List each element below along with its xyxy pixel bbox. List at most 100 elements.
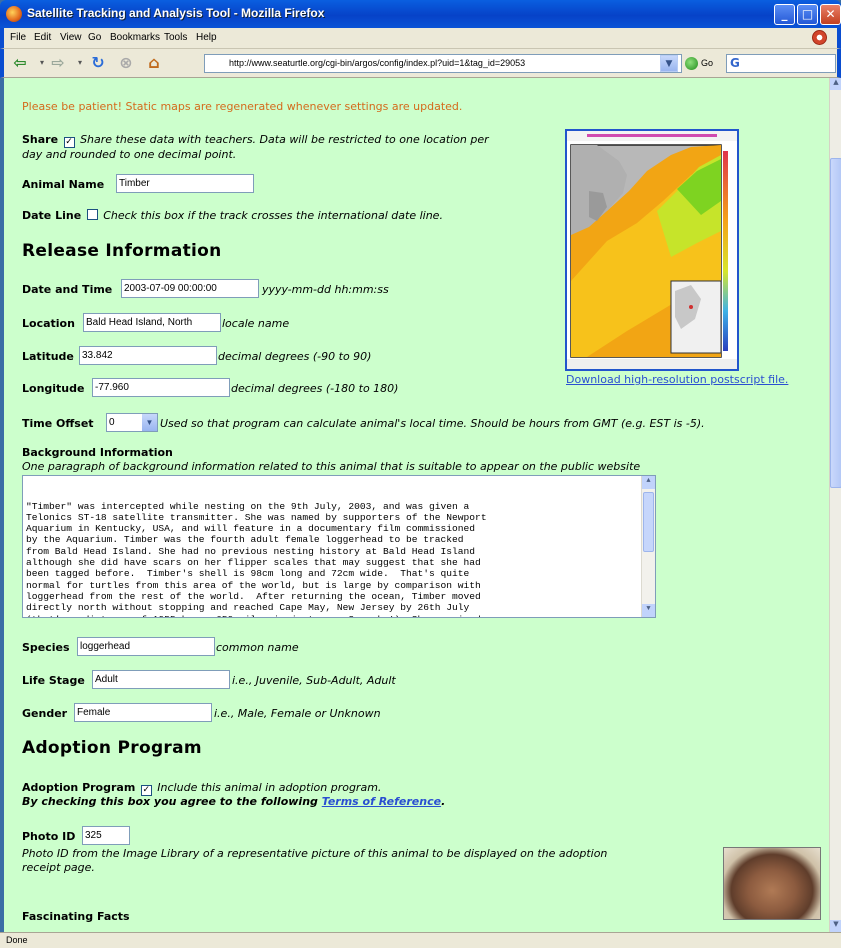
page-content: Please be patient! Static maps are regen… [4, 78, 833, 932]
gender-label: Gender [22, 707, 68, 720]
page-scroll-up-icon[interactable]: ▲ [830, 78, 841, 90]
time-offset-hint: Used so that program can calculate anima… [160, 417, 705, 430]
menu-tools[interactable]: Tools [164, 32, 187, 43]
time-offset-select[interactable]: 0 ▼ [106, 413, 158, 432]
date-line-checkbox[interactable] [86, 209, 98, 220]
textarea-scrollbar[interactable]: ▲ ▼ [641, 476, 655, 617]
life-stage-label: Life Stage [22, 674, 85, 687]
background-text-line: by the Aquarium. Timber was the fourth a… [26, 534, 464, 546]
url-dropdown-icon[interactable]: ▼ [660, 55, 678, 72]
share-hint-line2: day and rounded to one decimal point. [22, 148, 237, 161]
longitude-hint: decimal degrees (-180 to 180) [231, 382, 399, 395]
menu-view[interactable]: View [60, 32, 82, 43]
back-arrow-icon[interactable]: ⇦ [10, 54, 30, 72]
background-text-line: "Timber" was intercepted while nesting o… [26, 500, 470, 512]
background-text-line: Telonics ST-18 satellite transmitter. Sh… [26, 511, 487, 523]
date-time-label: Date and Time [22, 283, 113, 296]
life-stage-hint: i.e., Juvenile, Sub-Adult, Adult [232, 674, 396, 687]
forward-dropdown-icon[interactable]: ▾ [70, 54, 90, 72]
scroll-up-icon[interactable]: ▲ [642, 476, 655, 489]
location-label: Location [22, 317, 75, 330]
latitude-input[interactable]: 33.842 [79, 346, 217, 365]
chevron-down-icon[interactable]: ▼ [142, 414, 157, 431]
fascinating-facts-label: Fascinating Facts [22, 910, 130, 923]
background-textarea[interactable]: "Timber" was intercepted while nesting o… [22, 475, 656, 618]
window-title: Satellite Tracking and Analysis Tool - M… [27, 6, 325, 20]
gender-hint: i.e., Male, Female or Unknown [214, 707, 381, 720]
page-scroll-thumb[interactable] [830, 158, 841, 488]
menu-help[interactable]: Help [196, 32, 217, 43]
share-label: Share [22, 133, 59, 146]
download-postscript-link[interactable]: Download high-resolution postscript file… [566, 373, 788, 386]
gender-input[interactable]: Female [74, 703, 212, 722]
menu-bookmarks[interactable]: Bookmarks [110, 32, 160, 43]
species-input[interactable]: loggerhead [77, 637, 215, 656]
animal-name-input[interactable]: Timber [116, 174, 254, 193]
close-window-button[interactable]: ✕ [820, 4, 841, 25]
adoption-hint: Include this animal in adoption program. [157, 781, 382, 794]
menu-bar: File Edit View Go Bookmarks Tools Help [0, 28, 841, 48]
menu-edit[interactable]: Edit [34, 32, 51, 43]
life-stage-input[interactable]: Adult [92, 670, 230, 689]
url-input[interactable]: http://www.seaturtle.org/cgi-bin/argos/c… [204, 54, 682, 73]
textarea-scroll-thumb[interactable] [643, 492, 654, 552]
background-text-line: from Bald Head Island. She had no previo… [26, 545, 476, 557]
background-hint: One paragraph of background information … [22, 460, 641, 473]
navigation-toolbar: ⇦ ▾ ⇨ ▾ ↻ ⊗ ⌂ http://www.seaturtle.org/c… [0, 48, 841, 78]
stop-icon[interactable]: ⊗ [116, 54, 136, 72]
forward-arrow-icon[interactable]: ⇨ [48, 54, 68, 72]
longitude-label: Longitude [22, 382, 85, 395]
background-label: Background Information [22, 446, 173, 459]
reload-icon[interactable]: ↻ [88, 54, 108, 72]
background-text-line: directly north without stopping and reac… [26, 602, 470, 614]
terms-of-reference-link[interactable]: Terms of Reference [322, 795, 441, 808]
scroll-down-icon[interactable]: ▼ [642, 604, 655, 617]
page-scrollbar[interactable]: ▲ ▼ [829, 78, 841, 932]
background-text-line: (that's a distance of 1055 km or 650 mil… [26, 614, 635, 617]
maximize-button[interactable]: □ [797, 4, 818, 25]
time-offset-value: 0 [109, 417, 115, 428]
menu-go[interactable]: Go [88, 32, 101, 43]
release-heading: Release Information [22, 241, 222, 261]
species-label: Species [22, 641, 70, 654]
background-text-line: although she did have scars on her flipp… [26, 557, 481, 569]
background-text-line: loggerhead from the rest of the world. A… [26, 590, 481, 602]
species-hint: common name [216, 641, 299, 654]
latitude-hint: decimal degrees (-90 to 90) [218, 350, 372, 363]
minimize-button[interactable]: _ [774, 4, 795, 25]
window-titlebar: Satellite Tracking and Analysis Tool - M… [0, 0, 841, 28]
date-time-input[interactable]: 2003-07-09 00:00:00 [121, 279, 259, 298]
go-icon[interactable] [685, 57, 698, 70]
background-text-line: been tagged before. Timber's shell is 98… [26, 568, 470, 580]
turtle-photo [723, 847, 821, 920]
date-time-hint: yyyy-mm-dd hh:mm:ss [262, 283, 389, 296]
notice-text: Please be patient! Static maps are regen… [22, 100, 463, 113]
background-text-line: Aquarium in Kentucky, USA, and will feat… [26, 523, 476, 535]
home-icon[interactable]: ⌂ [144, 54, 164, 72]
longitude-input[interactable]: -77.960 [92, 378, 230, 397]
search-input[interactable]: G [726, 54, 836, 73]
go-button[interactable]: Go [701, 58, 713, 68]
date-line-label: Date Line [22, 209, 82, 222]
photo-id-input[interactable]: 325 [82, 826, 130, 845]
photo-id-hint: Photo ID from the Image Library of a rep… [22, 847, 608, 860]
adoption-heading: Adoption Program [22, 738, 202, 758]
firefox-icon [6, 6, 22, 22]
location-input[interactable]: Bald Head Island, North [83, 313, 221, 332]
status-text: Done [6, 935, 28, 945]
photo-id-label: Photo ID [22, 830, 76, 843]
share-checkbox[interactable]: ✓ [63, 137, 75, 148]
track-map-image[interactable] [565, 129, 739, 371]
share-hint: Share these data with teachers. Data wil… [80, 133, 489, 146]
terms-suffix: . [441, 795, 446, 808]
throbber-icon [812, 30, 827, 45]
time-offset-label: Time Offset [22, 417, 94, 430]
latitude-label: Latitude [22, 350, 74, 363]
map-graphic [567, 131, 737, 369]
menu-file[interactable]: File [10, 32, 26, 43]
adoption-agree-text: By checking this box you agree to the fo… [22, 795, 318, 808]
photo-id-hint-line2: receipt page. [22, 861, 95, 874]
animal-name-label: Animal Name [22, 178, 105, 191]
page-scroll-down-icon[interactable]: ▼ [830, 920, 841, 932]
date-line-hint: Check this box if the track crosses the … [103, 209, 443, 222]
